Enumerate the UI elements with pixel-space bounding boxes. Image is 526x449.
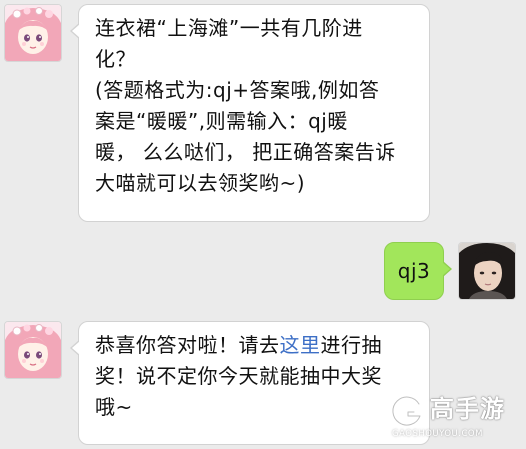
watermark-domain: GAOSHOUYOU.COM (392, 429, 483, 439)
user-photo-avatar-icon (459, 243, 515, 299)
message-text: 进行抽 (320, 333, 382, 357)
message-text-line: 恭喜你答对啦！请去这里进行抽 (95, 330, 415, 361)
official-account-avatar-icon[interactable] (4, 321, 62, 379)
message-text-line: 化？ (95, 47, 136, 71)
message-text-line: 连衣裙“上海滩”一共有几阶进 (95, 16, 363, 40)
message-text-line: 哦~ (95, 395, 133, 419)
message-text-line: (答题格式为:qj+答案哦,例如答 (95, 78, 380, 102)
message-text: 恭喜你答对啦！请去 (95, 333, 280, 357)
watermark-name: 高手游 (430, 395, 505, 423)
anime-girl-avatar-icon (5, 322, 61, 378)
incoming-message-bubble[interactable]: 连衣裙“上海滩”一共有几阶进 化？ (答题格式为:qj+答案哦,例如答 案是“暖… (70, 4, 430, 222)
user-avatar[interactable] (458, 242, 516, 300)
message-text-line: 大喵就可以去领奖哟~) (95, 171, 306, 195)
anime-girl-avatar-icon (5, 5, 61, 61)
official-account-avatar-icon[interactable] (4, 4, 62, 62)
site-watermark: 高手游 GAOSHOUYOU.COM (386, 392, 518, 444)
message-text-line: 案是“暖暖”,则需输入：qj暖 (95, 109, 348, 133)
lottery-link[interactable]: 这里 (280, 333, 321, 357)
outgoing-message-bubble[interactable]: qj3 (384, 242, 452, 300)
incoming-message-bubble[interactable]: 恭喜你答对啦！请去这里进行抽 奖！说不定你今天就能抽中大奖 哦~ (70, 321, 430, 445)
message-text-line: 暖， 么么哒们， 把正确答案告诉 (95, 140, 396, 164)
message-text: qj3 (397, 259, 431, 283)
message-text-line: 奖！说不定你今天就能抽中大奖 (95, 364, 382, 388)
gaoshouyou-logo-icon (390, 394, 423, 428)
